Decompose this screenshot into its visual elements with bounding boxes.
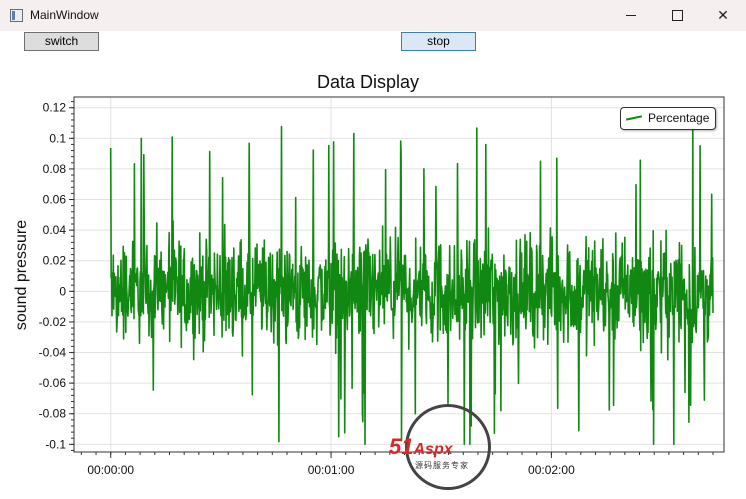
y-tick-label: 0.1 [49, 131, 66, 145]
y-tick-label: -0.04 [39, 346, 67, 360]
x-tick-label: 00:00:00 [87, 463, 134, 477]
y-tick-label: -0.02 [39, 315, 67, 329]
y-tick-label: 0 [59, 284, 66, 298]
y-tick-label: -0.06 [39, 376, 67, 390]
y-tick-label: -0.08 [39, 407, 67, 421]
series-line-percentage [109, 125, 714, 446]
x-tick-label: 00:02:00 [528, 463, 575, 477]
watermark-logo: 51Aspx [389, 434, 453, 460]
x-tick-label: 00:01:00 [308, 463, 355, 477]
y-tick-label: 0.12 [43, 101, 67, 115]
chart-plot: 0.12 0.1 0.08 0.06 0.04 0.02 0 -0.02 -0.04 -0.06 -… [39, 96, 725, 477]
legend-swatch [625, 115, 643, 121]
y-tick-label: -0.1 [45, 437, 66, 451]
watermark-tagline: 源码服务专家 [415, 461, 469, 470]
y-tick-label: 0.08 [43, 162, 67, 176]
watermark-brand-number: 51 [389, 434, 414, 459]
legend-label: Percentage [648, 111, 710, 125]
watermark-brand-text: Aspx [413, 441, 453, 458]
legend: Percentage [620, 107, 716, 130]
y-tick-label: 0.04 [43, 223, 67, 237]
y-tick-label: 0.06 [43, 193, 67, 207]
y-tick-label: 0.02 [43, 254, 67, 268]
